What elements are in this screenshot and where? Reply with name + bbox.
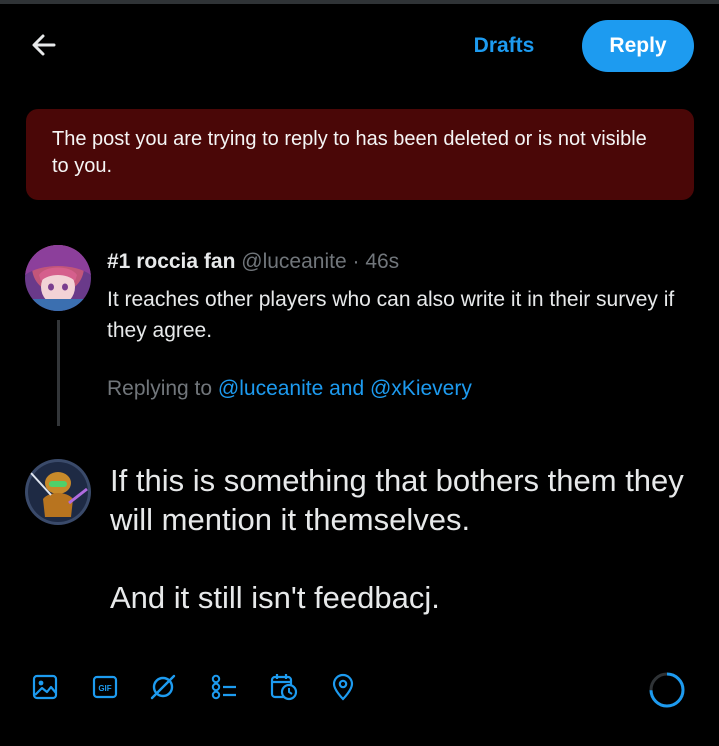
thread-line <box>57 320 60 426</box>
compose-blank-line <box>110 539 700 578</box>
back-arrow-icon[interactable] <box>27 28 61 62</box>
reply-button[interactable]: Reply <box>582 20 694 72</box>
location-icon[interactable] <box>328 670 358 704</box>
poll-icon[interactable] <box>209 670 239 704</box>
post-header: #1 roccia fan @luceanite · 46s <box>107 248 399 276</box>
compose-line: And it still isn't feedbacj. <box>110 580 440 615</box>
top-divider <box>0 0 719 4</box>
post-text: It reaches other players who can also wr… <box>107 288 675 342</box>
schedule-icon[interactable] <box>269 670 299 704</box>
compose-line: If this is something that bothers them t… <box>110 463 684 537</box>
replying-prefix: Replying to <box>107 377 213 400</box>
user-avatar[interactable] <box>25 459 91 525</box>
avatar[interactable] <box>25 245 91 311</box>
character-count-ring <box>647 670 687 710</box>
gif-icon[interactable]: GIF <box>90 670 120 704</box>
image-icon[interactable] <box>30 670 60 704</box>
reply-compose-text[interactable]: If this is something that bothers them t… <box>110 461 700 617</box>
user-handle[interactable]: @luceanite <box>241 250 346 273</box>
separator-dot: · <box>352 250 360 273</box>
alert-message: The post you are trying to reply to has … <box>52 128 647 177</box>
display-name[interactable]: #1 roccia fan <box>107 250 235 273</box>
replying-to: Replying to @luceanite and @xKievery <box>107 375 472 403</box>
ai-slash-icon[interactable] <box>148 670 178 704</box>
gif-label: GIF <box>98 684 111 693</box>
deleted-post-alert: The post you are trying to reply to has … <box>26 109 694 200</box>
drafts-button[interactable]: Drafts <box>461 30 547 62</box>
post-time: 46s <box>365 250 400 273</box>
replying-mentions[interactable]: @luceanite and @xKievery <box>218 377 472 400</box>
